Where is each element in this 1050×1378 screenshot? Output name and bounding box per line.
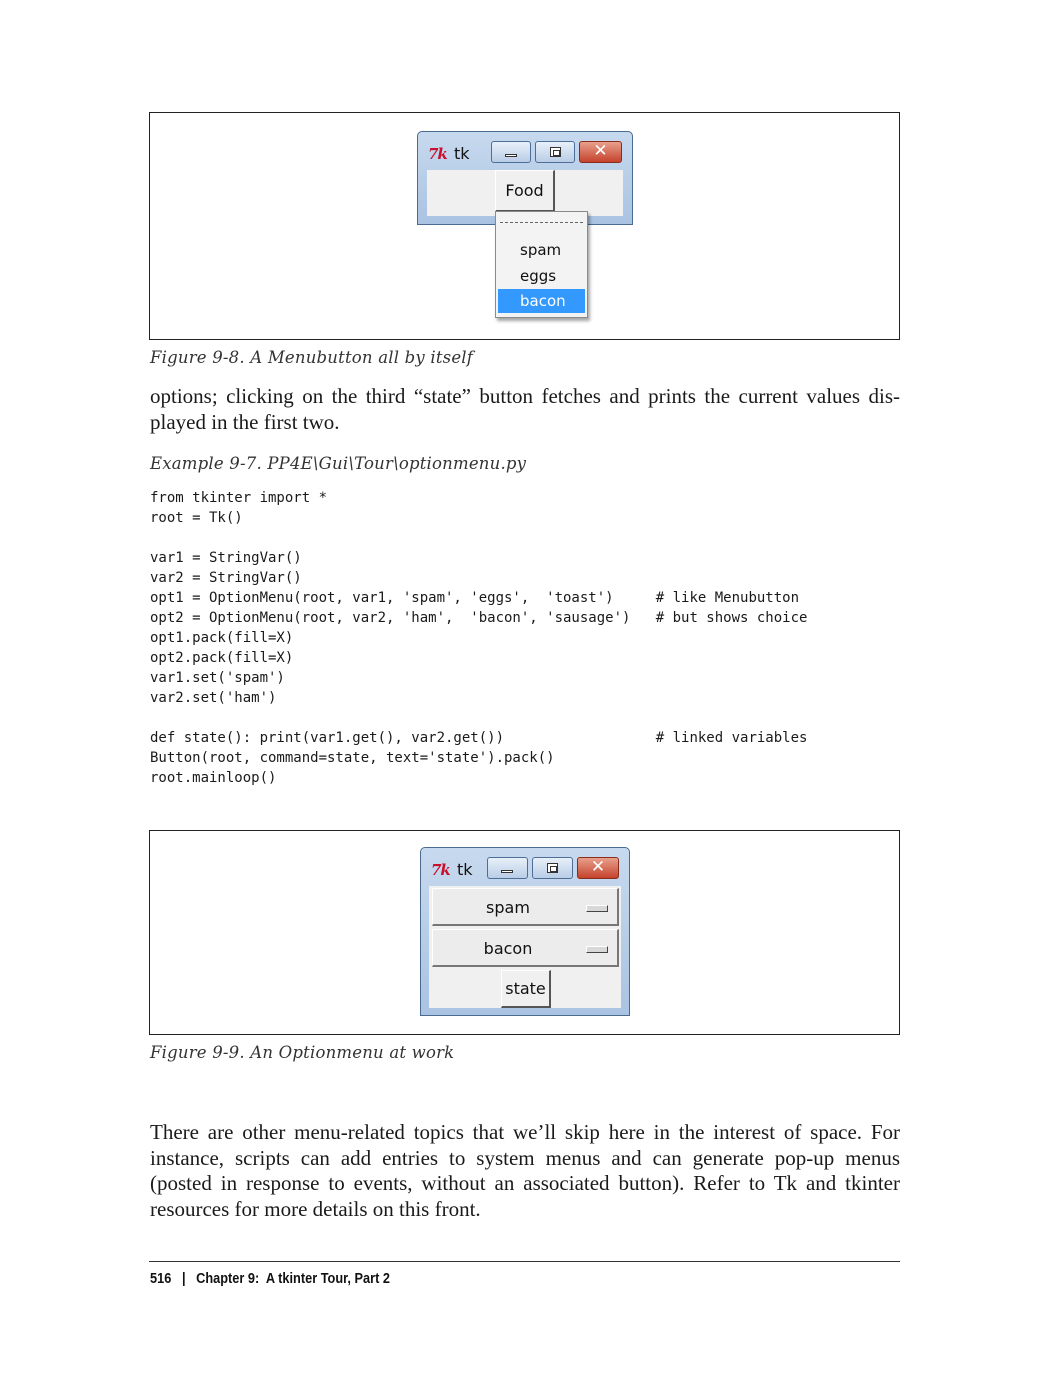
figure-9-9-caption: Figure 9-9. An Optionmenu at work	[150, 1043, 455, 1062]
optionmenu-1-value: spam	[486, 898, 530, 917]
minimize-icon	[501, 870, 513, 873]
close-button[interactable]: ✕	[579, 141, 622, 163]
minimize-button[interactable]	[487, 857, 528, 879]
food-menubutton[interactable]: Food	[495, 170, 555, 212]
chapter-title: Chapter 9: A tkinter Tour, Part 2	[196, 1271, 390, 1287]
code-listing: from tkinter import * root = Tk() var1 = S…	[150, 488, 807, 788]
menu-item-spam[interactable]: spam	[498, 238, 585, 262]
code-line: opt1.pack(fill=X)	[150, 630, 294, 646]
minimize-button[interactable]	[491, 141, 531, 163]
code-line: from tkinter import *	[150, 490, 328, 506]
food-menubutton-label: Food	[505, 181, 544, 200]
optionmenu-indicator-icon	[586, 946, 608, 953]
code-line: root.mainloop()	[150, 770, 277, 786]
maximize-icon	[550, 147, 561, 157]
footer-rule	[149, 1261, 900, 1262]
food-dropdown-menu: spam eggs bacon	[495, 211, 588, 318]
menu-item-eggs[interactable]: eggs	[498, 264, 585, 288]
code-line: var2.set('ham')	[150, 690, 277, 706]
optionmenu-1[interactable]: spam	[432, 888, 619, 926]
page-number: 516	[150, 1271, 172, 1287]
code-line: var1 = StringVar()	[150, 550, 302, 566]
optionmenu-window: 7k tk ✕ spam bacon state	[420, 847, 630, 1016]
paragraph-2-line-1: There are other menu-related topics that…	[150, 1120, 900, 1144]
menu-tearoff-line[interactable]	[500, 222, 583, 223]
code-line: Button(root, command=state, text='state'…	[150, 750, 555, 766]
minimize-icon	[505, 154, 517, 157]
window-title: tk	[454, 144, 470, 163]
code-line: def state(): print(var1.get(), var2.get(…	[150, 730, 808, 746]
menu-item-bacon[interactable]: bacon	[498, 289, 585, 313]
paragraph-1: options; clicking on the third “state” b…	[150, 384, 900, 435]
close-icon: ✕	[593, 141, 608, 161]
tk-logo-icon: 7k	[431, 861, 451, 879]
window-titlebar[interactable]: 7k tk ✕	[421, 848, 629, 886]
code-line: opt2.pack(fill=X)	[150, 650, 294, 666]
optionmenu-indicator-icon	[586, 905, 608, 912]
code-line: opt1 = OptionMenu(root, var1, 'spam', 'e…	[150, 590, 800, 606]
state-button-label: state	[505, 979, 546, 998]
paragraph-2-line-2: instance, scripts can add entries to sys…	[150, 1145, 900, 1170]
optionmenu-2-value: bacon	[483, 939, 533, 958]
paragraph-2-line-3: (posted in response to events, without a…	[150, 1171, 900, 1195]
paragraph-1-line-1: options; clicking on the third “state” b…	[150, 384, 900, 408]
code-line: opt2 = OptionMenu(root, var2, 'ham', 'ba…	[150, 610, 808, 626]
optionmenu-2[interactable]: bacon	[432, 929, 619, 967]
figure-9-8-caption: Figure 9-8. A Menubutton all by itself	[150, 348, 474, 367]
paragraph-2: There are other menu-related topics that…	[150, 1120, 900, 1222]
paragraph-2-line-4: resources for more details on this front…	[150, 1196, 481, 1221]
close-button[interactable]: ✕	[577, 857, 619, 879]
window-title: tk	[457, 860, 473, 879]
paragraph-1-line-2: played in the first two.	[150, 409, 340, 434]
maximize-icon	[547, 863, 558, 873]
footer-separator: |	[181, 1271, 186, 1287]
code-line: root = Tk()	[150, 510, 243, 526]
example-9-7-caption: Example 9-7. PP4E\Gui\Tour\optionmenu.py	[150, 454, 527, 473]
code-line: var2 = StringVar()	[150, 570, 302, 586]
tk-logo-icon: 7k	[428, 145, 448, 163]
state-button[interactable]: state	[501, 970, 551, 1008]
page-footer: 516 | Chapter 9: A tkinter Tour, Part 2	[150, 1271, 390, 1287]
close-icon: ✕	[590, 857, 606, 877]
maximize-button[interactable]	[535, 141, 575, 163]
code-line: var1.set('spam')	[150, 670, 285, 686]
window-titlebar[interactable]: 7k tk ✕	[418, 132, 632, 170]
maximize-button[interactable]	[532, 857, 573, 879]
